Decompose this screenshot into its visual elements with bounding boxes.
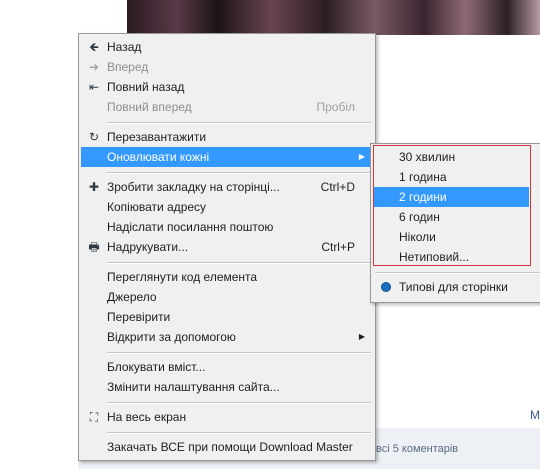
submenu-item-label: Типові для сторінки <box>399 280 508 294</box>
menu-item-bookmark[interactable]: ✚ Зробити закладку на сторінці... Ctrl+D <box>81 177 373 197</box>
menu-item-label: Відкрити за допомогою <box>107 330 236 344</box>
menu-item-label: Надрукувати... <box>107 240 189 254</box>
menu-item-open-with[interactable]: Відкрити за допомогою ▶ <box>81 327 373 347</box>
menu-item-block-content[interactable]: Блокувати вміст... <box>81 357 373 377</box>
menu-separator <box>107 172 371 174</box>
menu-separator <box>107 262 371 264</box>
submenu-item-1h[interactable]: 1 година <box>373 167 529 187</box>
menu-item-send-link[interactable]: Надіслати посилання поштою <box>81 217 373 237</box>
menu-item-refresh-every[interactable]: Оновлювати кожні ▶ <box>81 147 373 167</box>
menu-item-label: Повний назад <box>107 80 185 94</box>
menu-item-label: Вперед <box>107 60 149 74</box>
radio-selected-icon <box>382 283 390 291</box>
context-menu: 🡸 Назад ➜ Вперед ⇤ Повний назад Повний в… <box>78 33 376 461</box>
menu-item-fullscreen[interactable]: ⛶ На весь екран <box>81 407 373 427</box>
submenu-item-2h[interactable]: 2 години <box>373 187 529 207</box>
menu-item-label: Перезавантажити <box>107 130 207 144</box>
menu-item-validate[interactable]: Перевірити <box>81 307 373 327</box>
reload-icon: ↻ <box>88 130 100 144</box>
menu-item-copy-address[interactable]: Копіювати адресу <box>81 197 373 217</box>
background-photo <box>127 0 540 35</box>
menu-item-forward[interactable]: ➜ Вперед <box>81 57 373 77</box>
shortcut-label: Ctrl+P <box>321 240 355 254</box>
menu-item-label: Копіювати адресу <box>107 200 207 214</box>
menu-item-label: Надіслати посилання поштою <box>107 220 274 234</box>
submenu-item-6h[interactable]: 6 годин <box>373 207 529 227</box>
submenu-arrow-icon: ▶ <box>358 332 365 341</box>
arrow-right-icon: ➜ <box>88 60 100 74</box>
submenu-item-label: Нетиповий... <box>399 250 470 264</box>
menu-item-label: Закачать ВСЕ при помощи Download Master <box>107 440 353 454</box>
menu-item-label: Повний вперед <box>107 100 192 114</box>
menu-item-label: Змінити налаштування сайта... <box>107 380 280 394</box>
menu-item-back-all[interactable]: ⇤ Повний назад <box>81 77 373 97</box>
menu-item-reload[interactable]: ↻ Перезавантажити <box>81 127 373 147</box>
menu-item-label: На весь екран <box>107 410 187 424</box>
submenu-item-custom[interactable]: Нетиповий... <box>373 247 529 267</box>
menu-item-label: Джерело <box>107 290 157 304</box>
skip-back-icon: ⇤ <box>88 80 100 94</box>
submenu-item-label: 2 години <box>399 190 447 204</box>
shortcut-label: Ctrl+D <box>320 180 355 194</box>
menu-item-label: Блокувати вміст... <box>107 360 206 374</box>
menu-separator <box>107 352 371 354</box>
partial-link[interactable]: М <box>530 408 540 422</box>
printer-icon: 🖶 <box>88 240 100 254</box>
submenu-item-label: 6 годин <box>399 210 440 224</box>
submenu-item-label: 30 хвилин <box>399 150 456 164</box>
menu-item-label: Переглянути код елемента <box>107 270 258 284</box>
menu-separator <box>107 122 371 124</box>
menu-item-source[interactable]: Джерело <box>81 287 373 307</box>
menu-item-label: Перевірити <box>107 310 171 324</box>
refresh-submenu: 30 хвилин 1 година 2 години 6 годин Ніко… <box>370 143 540 303</box>
menu-item-print[interactable]: 🖶 Надрукувати... Ctrl+P <box>81 237 373 257</box>
submenu-separator <box>375 272 540 274</box>
submenu-item-never[interactable]: Ніколи <box>373 227 529 247</box>
submenu-item-label: 1 година <box>399 170 447 184</box>
submenu-item-label: Ніколи <box>399 230 436 244</box>
menu-item-label: Оновлювати кожні <box>107 150 210 164</box>
fullscreen-icon: ⛶ <box>89 410 99 424</box>
plus-icon: ✚ <box>88 180 100 194</box>
submenu-item-30min[interactable]: 30 хвилин <box>373 147 529 167</box>
shortcut-label: Пробіл <box>316 100 355 114</box>
menu-item-back[interactable]: 🡸 Назад <box>81 37 373 57</box>
arrow-left-icon: 🡸 <box>89 40 99 54</box>
menu-item-label: Зробити закладку на сторінці... <box>107 180 280 194</box>
menu-item-label: Назад <box>107 40 142 54</box>
submenu-arrow-icon: ▶ <box>358 152 365 161</box>
menu-item-forward-all[interactable]: Повний вперед Пробіл <box>81 97 373 117</box>
menu-item-view-element-code[interactable]: Переглянути код елемента <box>81 267 373 287</box>
menu-separator <box>107 432 371 434</box>
menu-item-site-prefs[interactable]: Змінити налаштування сайта... <box>81 377 373 397</box>
submenu-item-page-default[interactable]: Типові для сторінки <box>373 277 529 297</box>
menu-item-download-all[interactable]: Закачать ВСЕ при помощи Download Master <box>81 437 373 457</box>
menu-separator <box>107 402 371 404</box>
comments-link[interactable]: всі 5 коментарів <box>376 443 458 455</box>
